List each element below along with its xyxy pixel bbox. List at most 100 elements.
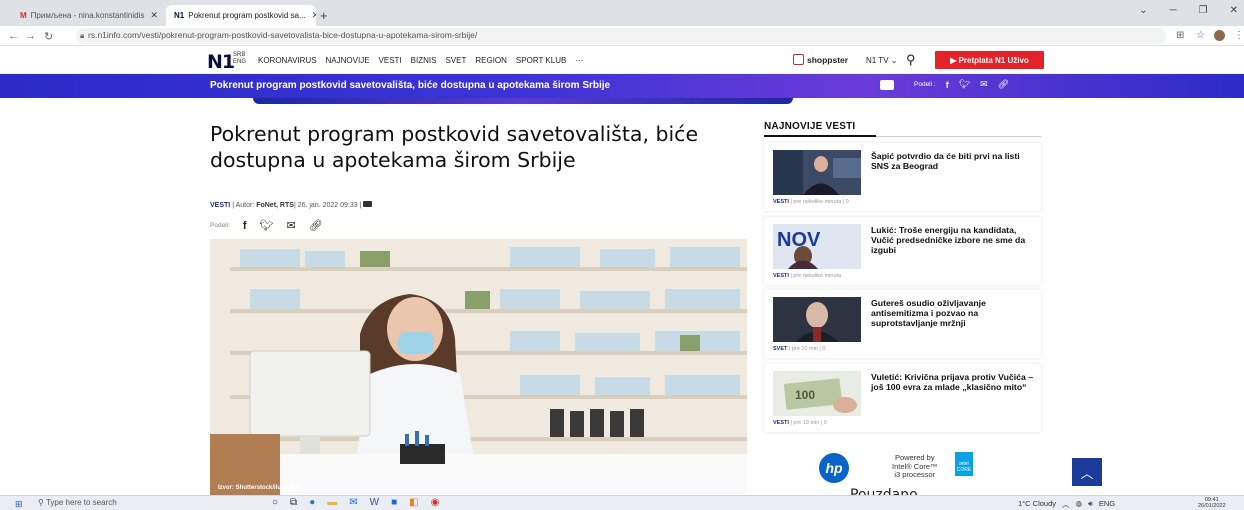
twitter-icon[interactable]: 🐦︎ bbox=[260, 219, 274, 232]
news-thumbnail[interactable]: NOV bbox=[773, 224, 861, 269]
browser-tab-bar: M Примљена - nina.konstantinidis ✕ N1 Po… bbox=[0, 0, 1244, 26]
lock-icon[interactable]: 🔒︎ bbox=[80, 31, 84, 41]
network-icon[interactable]: ◍ bbox=[1076, 499, 1083, 510]
cortana-icon[interactable]: ○ bbox=[272, 497, 278, 508]
outlook-icon[interactable]: ◧ bbox=[409, 497, 418, 508]
facebook-icon[interactable]: f bbox=[946, 80, 949, 90]
restore-icon[interactable]: ❐ bbox=[1199, 5, 1208, 16]
nav-item-koronavirus[interactable]: KORONAVIRUS bbox=[258, 56, 317, 65]
latest-news-heading[interactable]: NAJNOVIJE VESTI bbox=[764, 121, 855, 132]
nav-item-svet[interactable]: SVET bbox=[445, 56, 466, 65]
news-category[interactable]: VESTI bbox=[773, 199, 789, 205]
news-time: | pre nekoliko minuta | 0 bbox=[790, 199, 849, 205]
sticky-article-bar: Pokrenut program postkovid savetovališta… bbox=[0, 74, 1244, 98]
author-prefix: | Autor: bbox=[232, 202, 255, 209]
news-title[interactable]: Vuletić: Krivična prijava protiv Vučića … bbox=[871, 372, 1036, 392]
taskbar-clock[interactable]: 09:41 26/01/2022 bbox=[1198, 497, 1226, 509]
news-card[interactable]: Šapić potvrdio da će biti prvi na listi … bbox=[764, 143, 1041, 211]
comment-icon[interactable] bbox=[880, 79, 894, 90]
windows-start-icon[interactable]: ⊞ bbox=[15, 499, 23, 510]
translate-icon[interactable]: ⊞ bbox=[1176, 30, 1184, 41]
shoppster-link[interactable]: shoppster bbox=[793, 54, 848, 65]
close-icon[interactable]: ✕ bbox=[144, 10, 158, 21]
n1tv-dropdown[interactable]: N1 TV ⌄ bbox=[866, 56, 897, 65]
reload-icon[interactable]: ↻ bbox=[44, 30, 53, 43]
share-label: Podeli: bbox=[210, 222, 230, 229]
intel-ad-text[interactable]: Powered by Intel® Core™ i3 processor bbox=[892, 453, 938, 480]
heading-underline bbox=[764, 135, 876, 137]
minimize-icon[interactable]: ─ bbox=[1170, 5, 1177, 16]
url-text[interactable]: rs.n1info.com/vesti/pokrenut-program-pos… bbox=[88, 30, 477, 40]
scroll-to-top-button[interactable]: ︿ bbox=[1072, 458, 1102, 486]
subscribe-button[interactable]: ▶ Pretplata N1 Uživo bbox=[935, 51, 1044, 69]
tab-gmail[interactable]: M Примљена - nina.konstantinidis ✕ bbox=[12, 5, 164, 26]
menu-dots-icon[interactable]: ⋮ bbox=[1234, 30, 1244, 41]
tray-chevron-icon[interactable]: ︿ bbox=[1062, 499, 1070, 510]
chevron-up-icon: ︿ bbox=[1080, 465, 1094, 481]
article-category[interactable]: VESTI bbox=[210, 202, 230, 209]
article-photo: Izvor: Shutterstock/ilustracija bbox=[210, 239, 747, 495]
news-title[interactable]: Šapić potvrdio da će biti prvi na listi … bbox=[871, 151, 1036, 171]
keyboard-lang[interactable]: ENG bbox=[1099, 499, 1115, 510]
close-icon[interactable]: ✕ bbox=[306, 10, 316, 21]
tab-n1-article[interactable]: N1 Pokrenut program postkovid sa... ✕ bbox=[166, 5, 316, 26]
article-author[interactable]: FoNet, RTS bbox=[256, 202, 294, 209]
language-switch[interactable]: SRB ENG bbox=[233, 52, 246, 66]
article-share: Podeli: f 🐦︎ ✉ 🔗︎ bbox=[210, 219, 323, 233]
windows-taskbar: ⊞ ⚲ Type here to search ○ ⧉ ● ▬ ✉ W ■ ◧ … bbox=[0, 495, 1244, 510]
close-window-icon[interactable]: ✕ bbox=[1230, 5, 1238, 16]
sticky-bar-accent bbox=[253, 98, 793, 104]
nav-item-region[interactable]: REGION bbox=[475, 56, 507, 65]
link-icon[interactable]: 🔗︎ bbox=[309, 219, 323, 232]
taskbar-search[interactable]: ⚲ Type here to search bbox=[38, 498, 117, 507]
nav-item-biznis[interactable]: BIZNIS bbox=[411, 56, 437, 65]
intel-core-badge[interactable]: intel CORE bbox=[955, 452, 973, 476]
news-thumbnail[interactable]: 100 bbox=[773, 371, 861, 416]
tab-label: Примљена - nina.konstantinidis bbox=[30, 11, 145, 20]
comment-icon[interactable] bbox=[363, 201, 373, 207]
news-category[interactable]: VESTI bbox=[773, 273, 789, 279]
n1-logo[interactable]: N1 bbox=[207, 51, 235, 73]
news-thumbnail[interactable] bbox=[773, 297, 861, 342]
new-tab-button[interactable]: + bbox=[320, 8, 328, 23]
search-icon[interactable]: ⚲ bbox=[906, 52, 916, 68]
nav-item-sport-klub[interactable]: SPORT KLUB bbox=[516, 56, 566, 65]
news-title[interactable]: Gutereš osudio oživljavanje antisemitizm… bbox=[871, 298, 1036, 328]
nav-item-vesti[interactable]: VESTI bbox=[379, 56, 402, 65]
store-icon[interactable]: ■ bbox=[391, 497, 397, 508]
nav-item-more[interactable]: ··· bbox=[575, 56, 583, 65]
news-card[interactable]: NOV Lukić: Troše energiju na kandidata, … bbox=[764, 217, 1041, 285]
task-view-icon[interactable]: ⧉ bbox=[290, 497, 297, 508]
hp-logo[interactable]: hp bbox=[819, 453, 849, 483]
chrome-icon[interactable]: ◉ bbox=[431, 497, 440, 508]
twitter-icon[interactable]: 🐦︎ bbox=[959, 79, 970, 90]
news-title[interactable]: Lukić: Troše energiju na kandidata, Vuči… bbox=[871, 225, 1036, 255]
forward-arrow-icon[interactable]: → bbox=[25, 30, 36, 42]
chevron-down-icon[interactable]: ⌄ bbox=[1139, 5, 1147, 16]
mail-icon[interactable]: ✉ bbox=[287, 219, 296, 232]
news-category[interactable]: VESTI bbox=[773, 420, 789, 426]
nav-item-najnovije[interactable]: NAJNOVIJE bbox=[326, 56, 370, 65]
word-icon[interactable]: W bbox=[370, 497, 379, 508]
file-explorer-icon[interactable]: ▬ bbox=[327, 497, 337, 508]
mail-app-icon[interactable]: ✉ bbox=[349, 497, 357, 508]
edge-icon[interactable]: ● bbox=[309, 497, 315, 508]
lang-srb[interactable]: SRB bbox=[233, 52, 246, 59]
system-tray: 1°C Cloudy ︿ ◍ 🔊︎ ENG bbox=[1018, 499, 1115, 510]
lang-eng[interactable]: ENG bbox=[233, 59, 246, 66]
weather-widget[interactable]: 1°C Cloudy bbox=[1018, 499, 1056, 510]
mail-icon[interactable]: ✉ bbox=[980, 79, 988, 90]
link-icon[interactable]: 🔗︎ bbox=[998, 79, 1009, 90]
news-category[interactable]: SVET bbox=[773, 346, 787, 352]
facebook-icon[interactable]: f bbox=[243, 220, 247, 232]
avatar[interactable] bbox=[1214, 30, 1225, 41]
clock-date: 26/01/2022 bbox=[1198, 503, 1226, 509]
news-thumbnail[interactable] bbox=[773, 150, 861, 195]
news-card[interactable]: Gutereš osudio oživljavanje antisemitizm… bbox=[764, 290, 1041, 358]
star-icon[interactable]: ☆ bbox=[1196, 30, 1205, 41]
share-label: Podeli : bbox=[914, 81, 936, 88]
article-title: Pokrenut program postkovid savetovališta… bbox=[210, 122, 699, 172]
back-arrow-icon[interactable]: ← bbox=[8, 30, 19, 42]
news-card[interactable]: 100 Vuletić: Krivična prijava protiv Vuč… bbox=[764, 364, 1041, 432]
volume-icon[interactable]: 🔊︎ bbox=[1088, 499, 1093, 510]
